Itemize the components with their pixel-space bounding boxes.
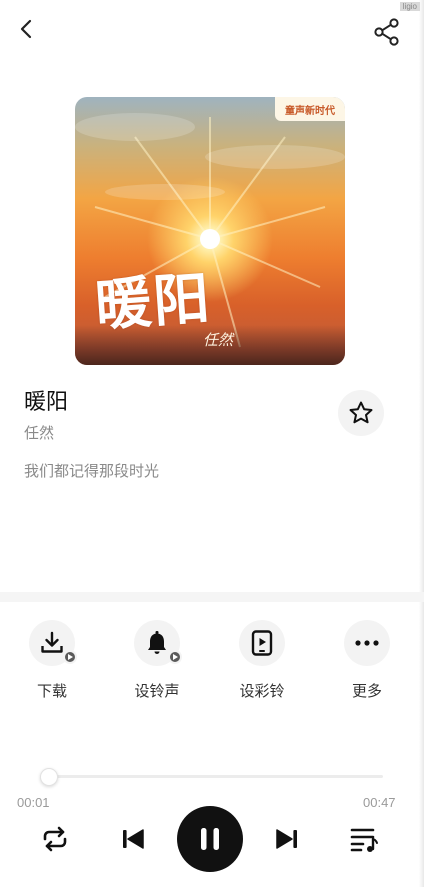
set-color-ring-button[interactable]: 设彩铃 bbox=[222, 620, 302, 704]
star-icon bbox=[349, 401, 373, 424]
pause-icon bbox=[201, 828, 219, 850]
more-button[interactable]: 更多 bbox=[327, 620, 407, 704]
more-icon-circle bbox=[344, 620, 390, 666]
download-icon bbox=[41, 631, 63, 653]
back-button[interactable] bbox=[14, 16, 40, 42]
next-button[interactable] bbox=[272, 824, 302, 854]
share-icon bbox=[374, 18, 399, 46]
cover-artist-art: 任然 bbox=[203, 331, 234, 349]
set-color-ring-label: 设彩铃 bbox=[239, 682, 285, 700]
bell-icon bbox=[148, 631, 166, 654]
next-track-icon bbox=[276, 829, 297, 849]
cover-title-art: 暖阳 bbox=[93, 265, 214, 339]
repeat-button[interactable] bbox=[38, 824, 72, 854]
corner-tag: ligio bbox=[399, 2, 420, 11]
total-time: 00:47 bbox=[363, 795, 396, 810]
set-ringtone-button[interactable]: 设铃声 bbox=[117, 620, 197, 704]
download-label: 下载 bbox=[36, 682, 67, 700]
set-ringtone-label: 设铃声 bbox=[134, 682, 180, 700]
previous-track-icon bbox=[123, 829, 144, 849]
favorite-button[interactable] bbox=[338, 390, 384, 436]
album-cover: 童声新时代 暖阳 任然 bbox=[75, 97, 345, 365]
current-time: 00:01 bbox=[17, 795, 50, 810]
progress-thumb[interactable] bbox=[39, 768, 58, 786]
song-artist[interactable]: 任然 bbox=[24, 422, 54, 443]
pause-button[interactable] bbox=[177, 806, 243, 872]
download-icon-circle bbox=[29, 620, 77, 666]
cover-badge: 童声新时代 bbox=[275, 97, 345, 121]
phone-video-icon bbox=[251, 630, 273, 656]
more-label: 更多 bbox=[351, 682, 382, 700]
repeat-icon bbox=[43, 826, 67, 852]
song-title: 暖阳 bbox=[24, 390, 69, 415]
mini-play-badge bbox=[168, 650, 182, 664]
phone-video-icon-circle bbox=[239, 620, 285, 666]
section-divider bbox=[0, 592, 424, 602]
chevron-left-icon bbox=[20, 19, 32, 39]
playlist-button[interactable] bbox=[348, 824, 380, 854]
lyric-line[interactable]: 我们都记得那段时光 bbox=[24, 460, 159, 481]
share-button[interactable] bbox=[372, 17, 402, 47]
playlist-icon bbox=[350, 828, 378, 852]
scroll-edge bbox=[419, 0, 424, 887]
more-dots-icon bbox=[355, 640, 379, 646]
bell-icon-circle bbox=[134, 620, 182, 666]
mini-play-badge bbox=[63, 650, 77, 664]
download-button[interactable]: 下载 bbox=[12, 620, 92, 704]
previous-button[interactable] bbox=[118, 824, 148, 854]
progress-bar[interactable] bbox=[42, 775, 383, 778]
